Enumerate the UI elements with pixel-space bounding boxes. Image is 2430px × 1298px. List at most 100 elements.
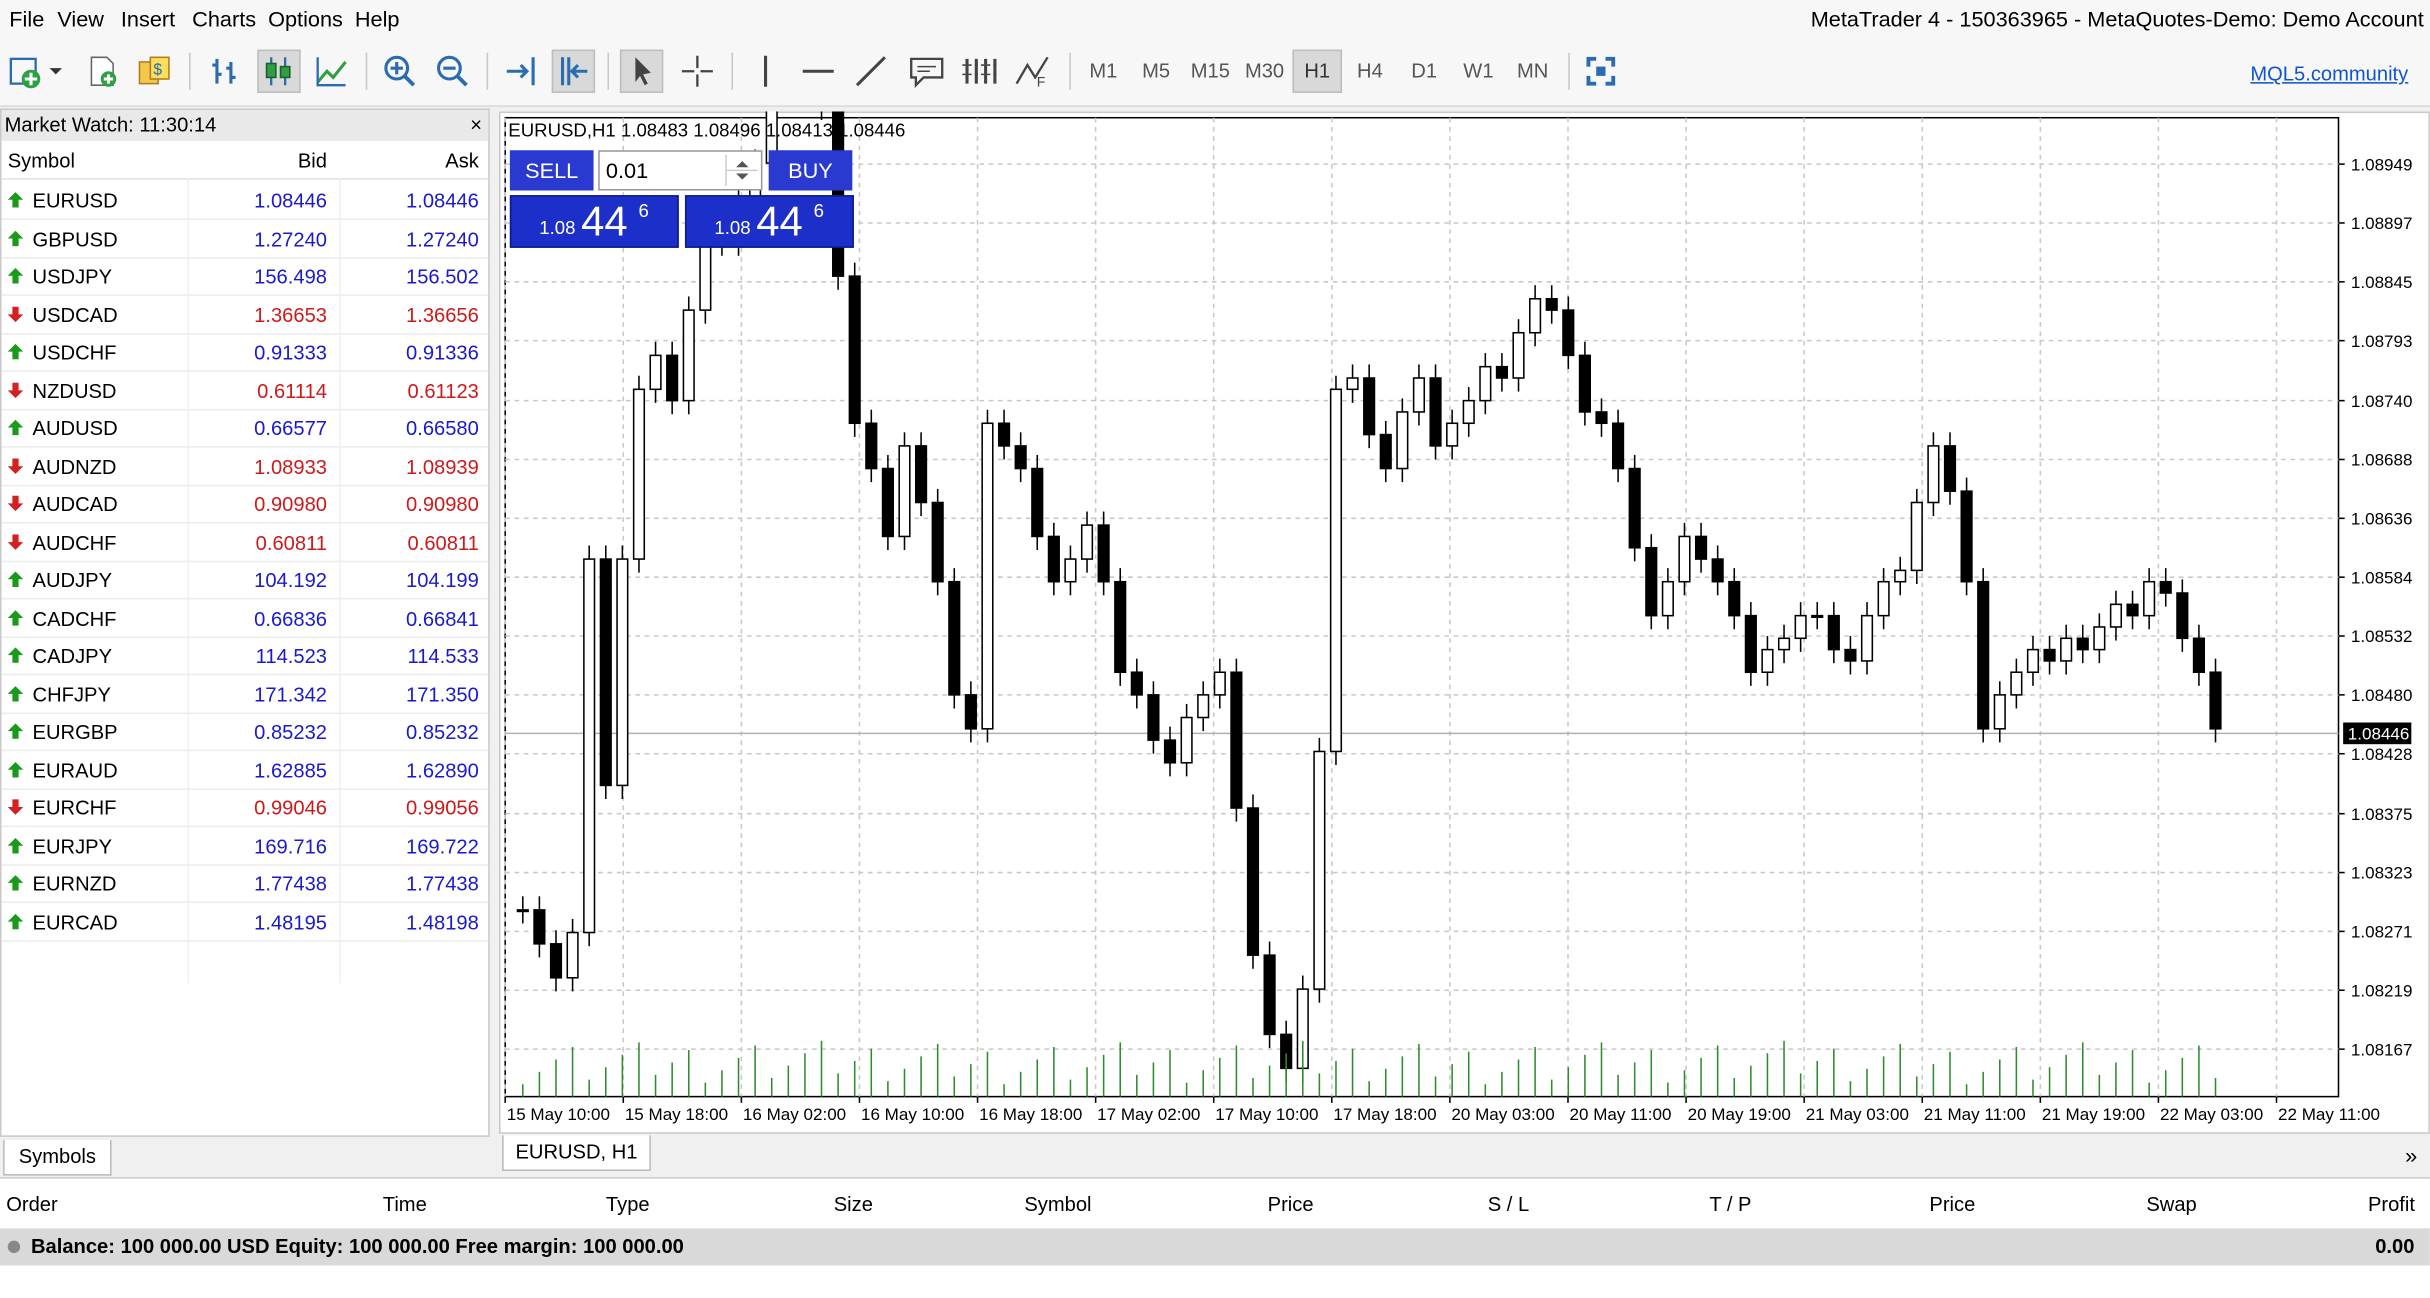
market-watch-row[interactable]: EURAUD 1.62885 1.62890 bbox=[1, 750, 489, 790]
market-watch-icon[interactable]: $ bbox=[133, 50, 176, 93]
balance-row: Balance: 100 000.00 USD Equity: 100 000.… bbox=[0, 1228, 2430, 1266]
arrow-up-icon bbox=[7, 343, 24, 360]
bid-price: 0.91333 bbox=[254, 340, 327, 364]
timeframe-mn[interactable]: MN bbox=[1508, 50, 1558, 93]
market-watch-row[interactable]: AUDJPY 104.192 104.199 bbox=[1, 561, 489, 600]
timeframe-m1[interactable]: M1 bbox=[1080, 50, 1126, 93]
timeframe-w1[interactable]: W1 bbox=[1455, 50, 1501, 93]
column-header-price[interactable]: Price bbox=[1268, 1193, 1314, 1216]
market-watch-row[interactable]: EURNZD 1.77438 1.77438 bbox=[1, 864, 489, 904]
menu-view[interactable]: View bbox=[57, 6, 104, 31]
indicators-icon[interactable]: F bbox=[1010, 50, 1053, 93]
x-tick-label: 17 May 18:00 bbox=[1333, 1105, 1436, 1124]
ask-price: 114.533 bbox=[407, 644, 479, 668]
candle-body bbox=[1811, 614, 1824, 618]
ask-price: 1.48198 bbox=[406, 909, 479, 934]
text-label-icon[interactable] bbox=[905, 50, 948, 93]
fibonacci-icon[interactable] bbox=[958, 50, 1001, 93]
menu-help[interactable]: Help bbox=[355, 6, 400, 31]
timeframe-d1[interactable]: D1 bbox=[1401, 50, 1447, 93]
timeframe-h4[interactable]: H4 bbox=[1347, 50, 1393, 93]
mql5-community-link[interactable]: MQL5.community bbox=[2250, 62, 2408, 85]
column-header-time[interactable]: Time bbox=[383, 1193, 427, 1216]
bid-price: 1.08933 bbox=[254, 454, 327, 478]
buy-button[interactable]: BUY bbox=[768, 150, 853, 191]
profiles-icon[interactable] bbox=[81, 50, 124, 93]
column-header-swap[interactable]: Swap bbox=[2146, 1193, 2196, 1216]
column-header-symbol[interactable]: Symbol bbox=[1024, 1193, 1091, 1216]
lot-size-input[interactable]: 0.01 bbox=[598, 150, 763, 191]
close-icon[interactable]: × bbox=[470, 110, 482, 141]
auto-scroll-icon[interactable] bbox=[499, 50, 542, 93]
toolbar-separator bbox=[1069, 52, 1071, 90]
line-chart-icon[interactable] bbox=[310, 50, 353, 93]
candle-body bbox=[1396, 411, 1409, 470]
lot-stepper[interactable] bbox=[725, 154, 758, 186]
column-header-symbol[interactable]: Symbol bbox=[8, 149, 75, 172]
bid-price: 0.99046 bbox=[254, 796, 327, 820]
market-watch-row[interactable]: CADCHF 0.66836 0.66841 bbox=[1, 599, 489, 638]
column-header-current-price[interactable]: Price bbox=[1929, 1193, 1975, 1216]
menu-options[interactable]: Options bbox=[268, 6, 343, 31]
market-watch-row[interactable]: EURCHF 0.99046 0.99056 bbox=[1, 788, 489, 828]
menu-file[interactable]: File bbox=[9, 6, 44, 31]
candle-body bbox=[1047, 535, 1060, 583]
timeframe-h1[interactable]: H1 bbox=[1292, 49, 1343, 93]
column-header-ask[interactable]: Ask bbox=[445, 149, 479, 172]
candle-body bbox=[2143, 580, 2156, 617]
trendline-icon[interactable] bbox=[849, 50, 892, 93]
sell-price-button[interactable]: 1.08 44 6 bbox=[509, 195, 679, 248]
y-tick-label: 1.08167 bbox=[2351, 1040, 2413, 1059]
market-watch-row[interactable]: NZDUSD 0.61114 0.61123 bbox=[1, 371, 489, 410]
x-tick-label: 16 May 18:00 bbox=[979, 1105, 1082, 1124]
market-watch-row[interactable]: USDCAD 1.36653 1.36656 bbox=[1, 295, 489, 334]
market-watch-row[interactable]: AUDUSD 0.66577 0.66580 bbox=[1, 409, 489, 448]
column-header-tp[interactable]: T / P bbox=[1709, 1193, 1751, 1216]
market-watch-row[interactable]: AUDCHF 0.60811 0.60811 bbox=[1, 523, 489, 562]
buy-price-button[interactable]: 1.08 44 6 bbox=[684, 195, 854, 248]
cursor-icon[interactable] bbox=[619, 49, 664, 93]
market-watch-row[interactable]: USDJPY 156.498 156.502 bbox=[1, 257, 489, 296]
tabs-scroll-icon[interactable]: » bbox=[2405, 1143, 2417, 1168]
market-watch-row[interactable]: EURUSD 1.08446 1.08446 bbox=[1, 181, 489, 220]
x-tick-label: 15 May 18:00 bbox=[625, 1105, 728, 1124]
candle-body bbox=[1529, 298, 1542, 334]
market-watch-row[interactable]: GBPUSD 1.27240 1.27240 bbox=[1, 219, 489, 258]
arrow-up-icon bbox=[7, 571, 24, 588]
tab-chart-eurusd-h1[interactable]: EURUSD, H1 bbox=[502, 1135, 651, 1171]
timeframe-m30[interactable]: M30 bbox=[1240, 50, 1290, 93]
zoom-in-icon[interactable] bbox=[378, 50, 421, 93]
column-header-bid[interactable]: Bid bbox=[298, 149, 327, 172]
toolbar-separator bbox=[1568, 52, 1570, 90]
market-watch-row[interactable]: CHFJPY 171.342 171.350 bbox=[1, 675, 489, 714]
column-header-sl[interactable]: S / L bbox=[1488, 1193, 1529, 1216]
candle-body bbox=[1628, 467, 1641, 549]
fullscreen-icon[interactable] bbox=[1579, 50, 1622, 93]
column-header-profit[interactable]: Profit bbox=[2368, 1193, 2415, 1216]
menu-insert[interactable]: Insert bbox=[121, 6, 175, 31]
dropdown-arrow-icon[interactable] bbox=[43, 50, 68, 93]
zoom-out-icon[interactable] bbox=[431, 50, 474, 93]
price-chart[interactable]: 1.089491.088971.088451.087931.087401.086… bbox=[499, 111, 2430, 1134]
tab-symbols[interactable]: Symbols bbox=[3, 1139, 112, 1176]
market-watch-row[interactable]: EURGBP 0.85232 0.85232 bbox=[1, 712, 489, 752]
column-header-type[interactable]: Type bbox=[606, 1193, 650, 1216]
candlestick-icon[interactable] bbox=[257, 49, 301, 93]
horizontal-line-icon[interactable] bbox=[797, 50, 840, 93]
sell-button[interactable]: SELL bbox=[509, 150, 594, 191]
timeframe-m5[interactable]: M5 bbox=[1133, 50, 1179, 93]
market-watch-row[interactable]: USDCHF 0.91333 0.91336 bbox=[1, 333, 489, 372]
market-watch-row[interactable]: CADJPY 114.523 114.533 bbox=[1, 637, 489, 676]
market-watch-row[interactable]: AUDNZD 1.08933 1.08939 bbox=[1, 447, 489, 486]
market-watch-row[interactable]: EURJPY 169.716 169.722 bbox=[1, 826, 489, 866]
crosshair-icon[interactable] bbox=[676, 50, 719, 93]
menu-charts[interactable]: Charts bbox=[192, 6, 256, 31]
column-header-order[interactable]: Order bbox=[6, 1193, 58, 1216]
timeframe-m15[interactable]: M15 bbox=[1186, 50, 1236, 93]
chart-shift-icon[interactable] bbox=[551, 49, 596, 93]
market-watch-row[interactable]: EURCAD 1.48195 1.48198 bbox=[1, 902, 489, 941]
vertical-line-icon[interactable] bbox=[744, 50, 787, 93]
column-header-size[interactable]: Size bbox=[834, 1193, 873, 1216]
bar-chart-icon[interactable] bbox=[205, 50, 248, 93]
market-watch-row[interactable]: AUDCAD 0.90980 0.90980 bbox=[1, 485, 489, 524]
